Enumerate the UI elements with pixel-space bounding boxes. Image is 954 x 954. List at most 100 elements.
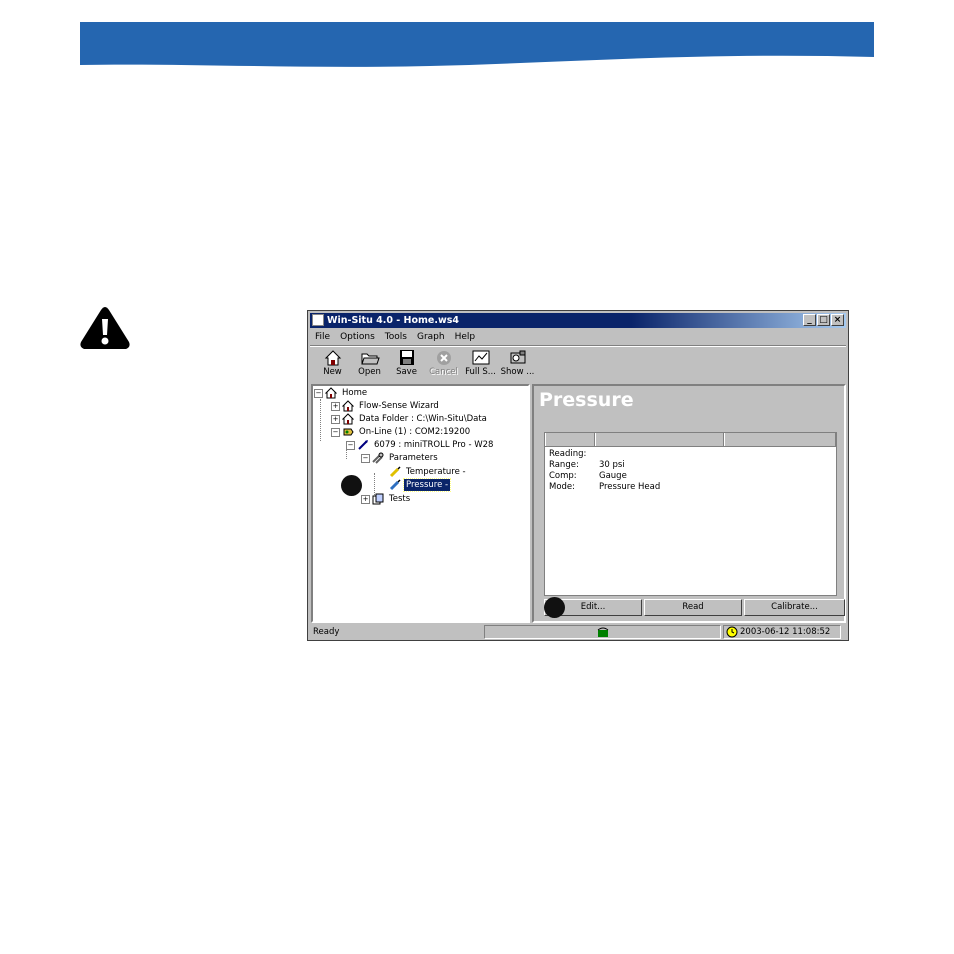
tree-connector bbox=[320, 399, 321, 441]
navigation-tree[interactable]: − Home + Flow-Sense Wizard + Data Folder… bbox=[311, 384, 530, 623]
tree-label-data-folder: Data Folder : C:\Win-Situ\Data bbox=[359, 414, 487, 424]
warning-icon bbox=[80, 307, 130, 349]
show-label: Show ... bbox=[500, 367, 535, 377]
tree-node-data-folder[interactable]: + Data Folder : C:\Win-Situ\Data bbox=[331, 413, 489, 425]
wizard-icon bbox=[342, 400, 354, 412]
tree-label-home: Home bbox=[342, 388, 368, 398]
property-name: Range: bbox=[549, 460, 579, 470]
menu-bar: File Options Tools Graph Help bbox=[310, 330, 480, 344]
phone-icon bbox=[597, 627, 609, 637]
property-name: Reading: bbox=[549, 449, 587, 459]
status-clock: 2003-06-12 11:08:52 bbox=[723, 625, 841, 639]
list-header-column[interactable] bbox=[724, 433, 836, 446]
window-title: Win-Situ 4.0 - Home.ws4 bbox=[327, 315, 460, 326]
save-label: Save bbox=[396, 367, 417, 377]
win-situ-window: Win-Situ 4.0 - Home.ws4 _ □ × File Optio… bbox=[307, 310, 849, 641]
tree-label-temperature: Temperature - bbox=[406, 467, 466, 477]
expand-icon[interactable]: + bbox=[331, 401, 340, 411]
menu-divider bbox=[310, 345, 846, 347]
menu-file[interactable]: File bbox=[310, 330, 335, 344]
cancel-button[interactable]: Cancel bbox=[425, 349, 462, 381]
show-icon bbox=[510, 350, 525, 364]
menu-options[interactable]: Options bbox=[335, 330, 380, 344]
status-pane bbox=[484, 625, 721, 639]
clock-icon bbox=[726, 626, 738, 638]
cancel-icon bbox=[436, 351, 451, 365]
parameters-icon bbox=[372, 452, 384, 464]
menu-graph[interactable]: Graph bbox=[412, 330, 450, 344]
close-icon[interactable]: × bbox=[831, 314, 844, 326]
title-bar[interactable]: Win-Situ 4.0 - Home.ws4 _ □ × bbox=[310, 313, 846, 328]
new-button[interactable]: New bbox=[314, 349, 351, 381]
tree-node-temperature[interactable]: Temperature - bbox=[389, 466, 468, 478]
tree-label-pressure: Pressure - bbox=[402, 478, 452, 492]
new-icon bbox=[324, 350, 341, 366]
list-item: Mode: Pressure Head bbox=[549, 482, 660, 493]
full-screen-label: Full S... bbox=[465, 367, 496, 377]
temperature-sensor-icon bbox=[389, 466, 401, 478]
tree-node-pressure[interactable]: Pressure - bbox=[389, 478, 452, 492]
toolbar: New Open Save Cancel Full S... Show ... bbox=[314, 349, 536, 381]
open-label: Open bbox=[358, 367, 381, 377]
list-header-column[interactable] bbox=[545, 433, 595, 446]
list-item: Comp: Gauge bbox=[549, 471, 627, 482]
collapse-icon[interactable]: − bbox=[361, 453, 370, 463]
property-value: Gauge bbox=[599, 471, 627, 481]
folder-icon bbox=[342, 413, 354, 425]
tree-label-device: 6079 : miniTROLL Pro - W28 bbox=[374, 440, 494, 450]
tree-label-tests: Tests bbox=[389, 494, 411, 504]
tree-node-home[interactable]: − Home bbox=[314, 387, 369, 399]
save-icon bbox=[399, 350, 414, 365]
home-icon bbox=[325, 387, 337, 399]
full-screen-icon bbox=[472, 350, 489, 365]
tree-node-tests[interactable]: + Tests bbox=[361, 493, 412, 505]
tree-node-flow-sense[interactable]: + Flow-Sense Wizard bbox=[331, 400, 441, 412]
list-header-column[interactable] bbox=[595, 433, 724, 446]
expand-icon[interactable]: + bbox=[331, 414, 340, 424]
expand-icon[interactable]: + bbox=[361, 494, 370, 504]
tree-node-parameters[interactable]: − Parameters bbox=[361, 452, 440, 464]
tree-label-online: On-Line (1) : COM2:19200 bbox=[359, 427, 471, 437]
connection-icon bbox=[343, 428, 354, 436]
tree-label-parameters: Parameters bbox=[389, 453, 438, 463]
minimize-icon[interactable]: _ bbox=[803, 314, 816, 326]
tests-icon bbox=[372, 493, 384, 505]
collapse-icon[interactable]: − bbox=[331, 427, 340, 437]
list-item: Range: 30 psi bbox=[549, 460, 625, 471]
property-value: Pressure Head bbox=[599, 482, 661, 492]
maximize-icon[interactable]: □ bbox=[817, 314, 830, 326]
menu-tools[interactable]: Tools bbox=[380, 330, 412, 344]
tree-node-device[interactable]: − 6079 : miniTROLL Pro - W28 bbox=[346, 439, 495, 451]
calibrate-button[interactable]: Calibrate... bbox=[744, 599, 845, 616]
pressure-sensor-icon bbox=[389, 479, 401, 491]
new-label: New bbox=[323, 367, 342, 377]
panel-title: Pressure bbox=[539, 389, 634, 411]
cancel-label: Cancel bbox=[429, 367, 458, 377]
status-bar: Ready 2003-06-12 11:08:52 bbox=[310, 624, 846, 640]
menu-help[interactable]: Help bbox=[450, 330, 481, 344]
open-folder-icon bbox=[360, 353, 380, 365]
header-banner bbox=[80, 22, 874, 67]
tree-label-flow-sense: Flow-Sense Wizard bbox=[359, 401, 439, 411]
app-icon bbox=[312, 314, 324, 326]
callout-marker bbox=[544, 597, 565, 618]
collapse-icon[interactable]: − bbox=[314, 388, 323, 398]
list-header bbox=[545, 433, 836, 447]
property-name: Comp: bbox=[549, 471, 577, 481]
open-button[interactable]: Open bbox=[351, 349, 388, 381]
save-button[interactable]: Save bbox=[388, 349, 425, 381]
callout-marker bbox=[341, 475, 362, 496]
show-button[interactable]: Show ... bbox=[499, 349, 536, 381]
collapse-icon[interactable]: − bbox=[346, 440, 355, 450]
property-name: Mode: bbox=[549, 482, 576, 492]
full-screen-button[interactable]: Full S... bbox=[462, 349, 499, 381]
properties-list[interactable]: Reading: Range: 30 psi Comp: Gauge Mode: Pr… bbox=[544, 432, 837, 596]
details-panel: Pressure Reading: Range: 30 psi Comp: Gaug… bbox=[532, 384, 846, 623]
status-datetime: 2003-06-12 11:08:52 bbox=[740, 627, 831, 637]
probe-icon bbox=[358, 440, 368, 450]
tree-node-online[interactable]: − On-Line (1) : COM2:19200 bbox=[331, 426, 472, 438]
read-button[interactable]: Read bbox=[644, 599, 742, 616]
status-ready: Ready bbox=[313, 627, 340, 637]
list-item: Reading: bbox=[549, 449, 599, 460]
property-value: 30 psi bbox=[599, 460, 625, 470]
